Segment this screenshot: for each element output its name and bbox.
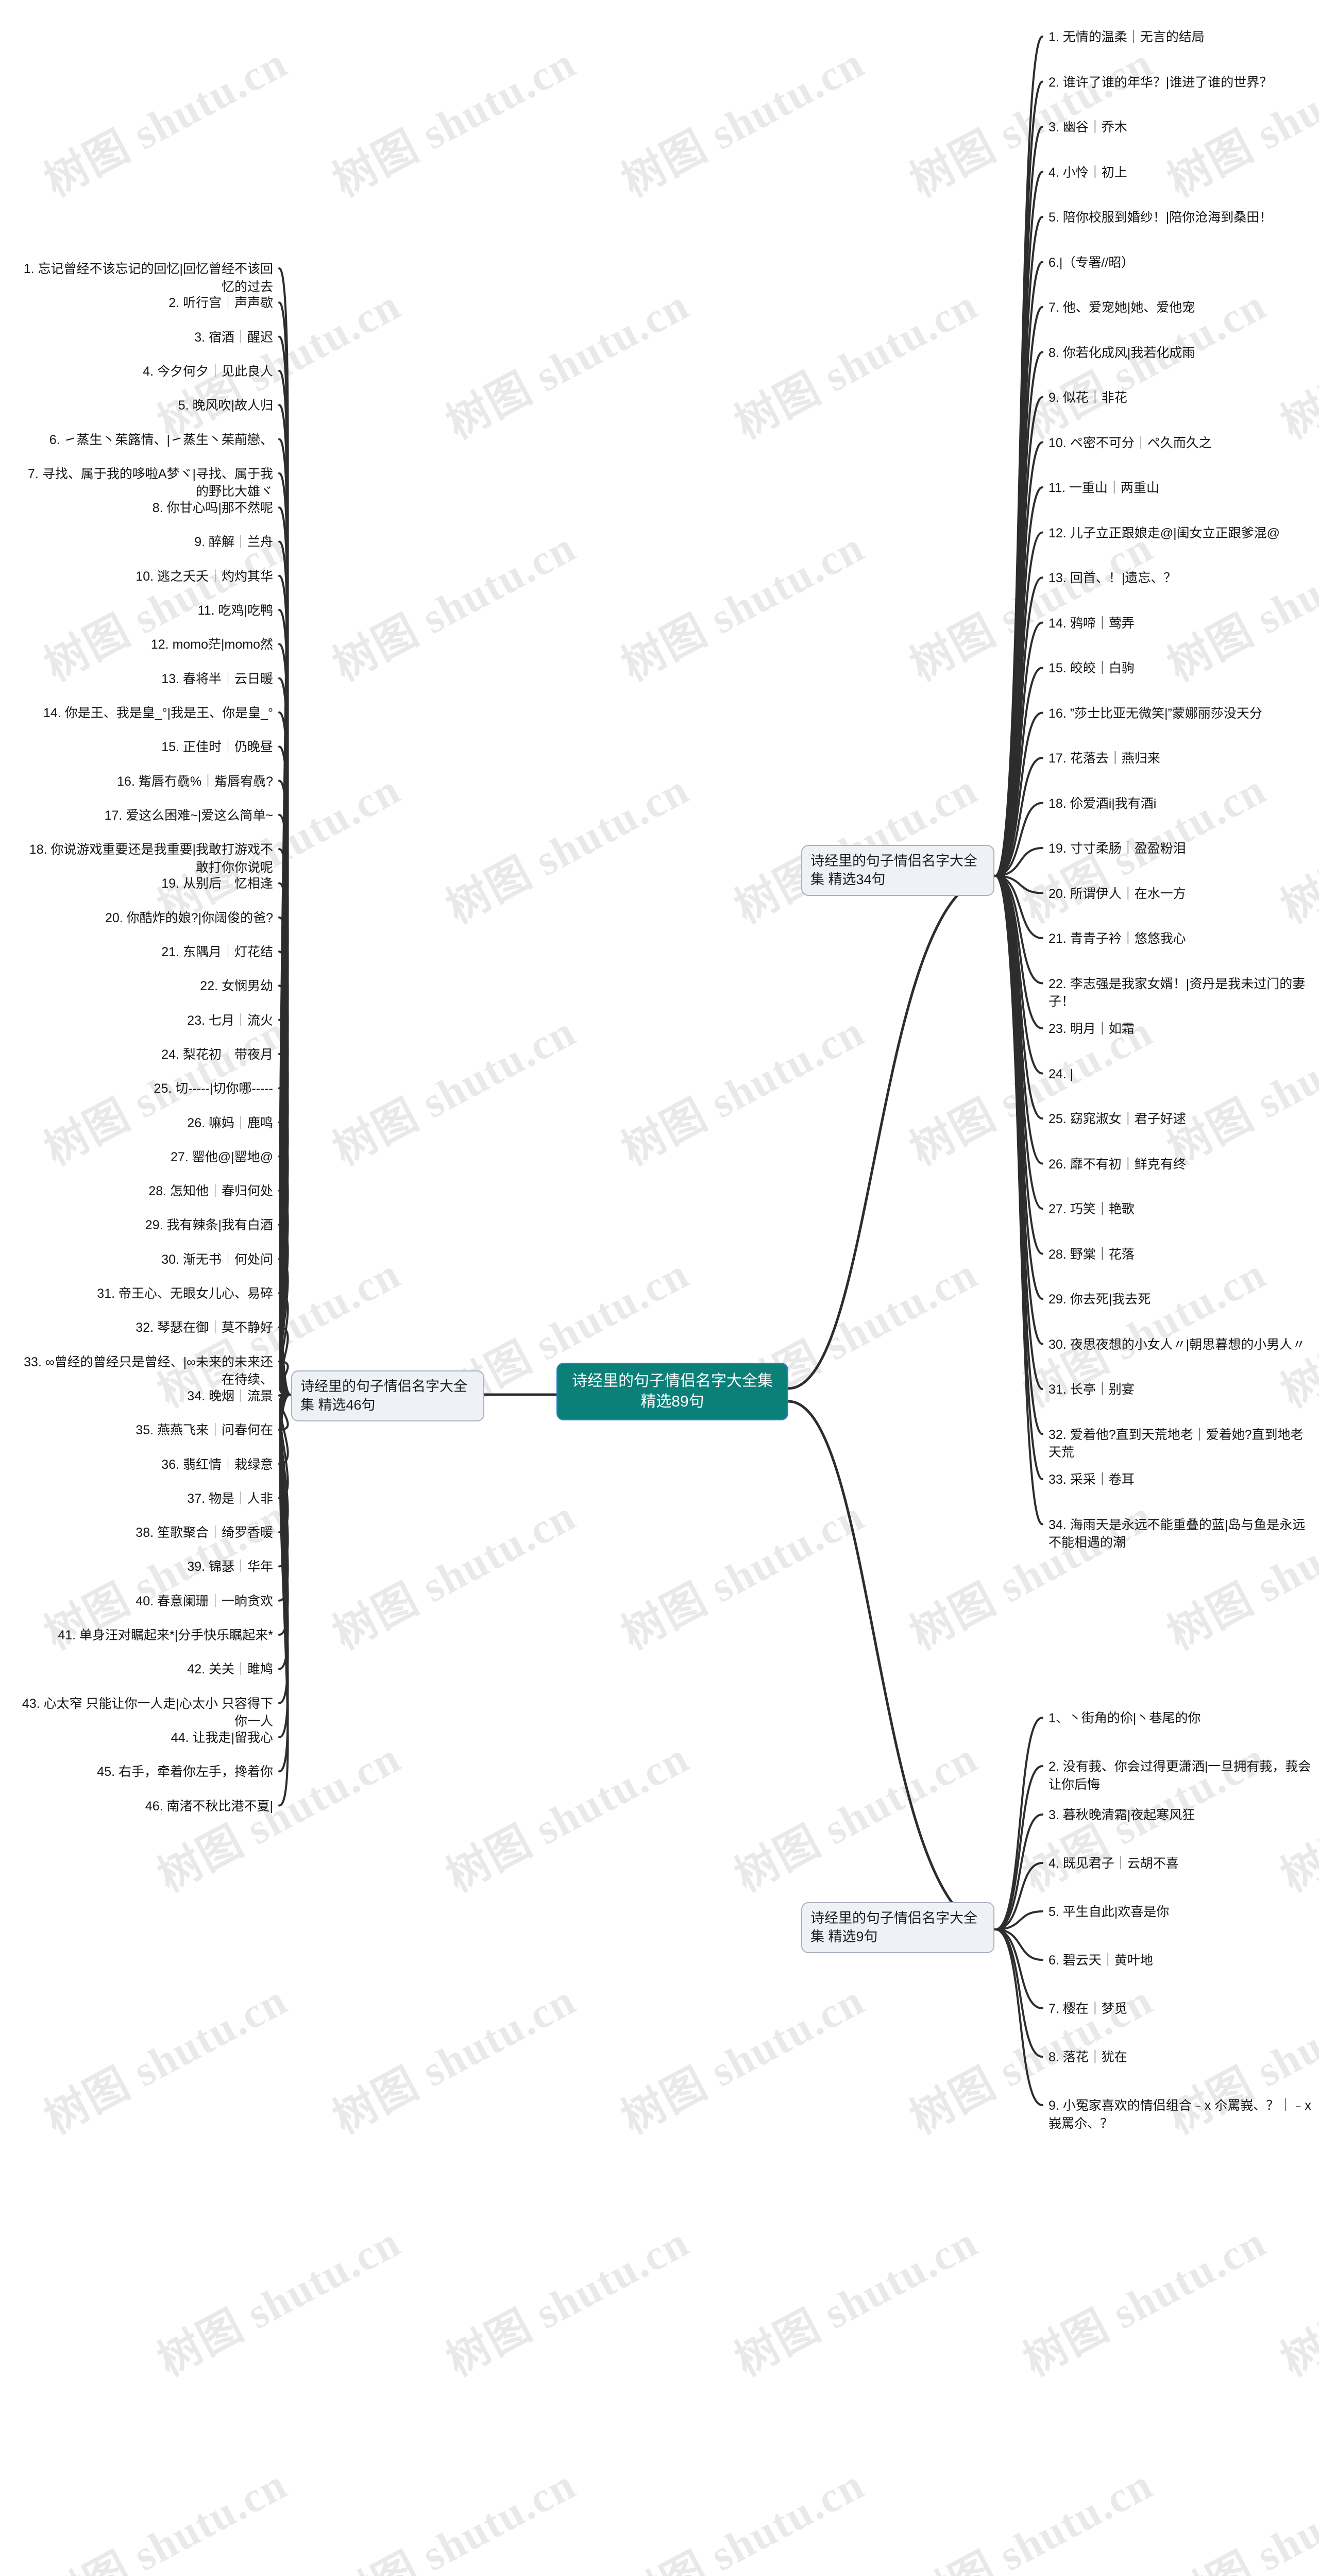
leaf-item[interactable]: 33. 采采｜卷耳 bbox=[1049, 1471, 1311, 1489]
leaf-item[interactable]: 10. ペ密不可分｜ペ久而久之 bbox=[1049, 434, 1311, 452]
leaf-item[interactable]: 7. 他、爱宠她|她、爱他宠 bbox=[1049, 299, 1311, 317]
leaf-item[interactable]: 20. 你酷炸的娘?|你阔俊的爸? bbox=[21, 909, 273, 927]
leaf-item[interactable]: 6.|（专署//昭） bbox=[1049, 254, 1311, 272]
leaf-item[interactable]: 35. 燕燕飞来｜问春何在 bbox=[21, 1421, 273, 1439]
leaf-item[interactable]: 43. 心太窄 只能让你一人走|心太小 只容得下你一人 bbox=[21, 1695, 273, 1731]
leaf-item[interactable]: 17. 爱这么困难~|爱这么简单~ bbox=[21, 807, 273, 825]
leaf-item[interactable]: 44. 让我走|留我心 bbox=[21, 1729, 273, 1747]
leaf-item[interactable]: 40. 春意阑珊｜一晌贪欢 bbox=[21, 1592, 273, 1611]
leaf-item[interactable]: 7. 樱在｜梦觅 bbox=[1049, 2000, 1311, 2018]
leaf-item[interactable]: 1. 无情的温柔｜无言的结局 bbox=[1049, 28, 1311, 46]
leaf-item[interactable]: 15. 正佳时｜仍晚昼 bbox=[21, 738, 273, 756]
leaf-item[interactable]: 14. 你是王、我是皇_°|我是王、你是皇_° bbox=[21, 704, 273, 722]
leaf-item[interactable]: 26. 嘛妈｜鹿鸣 bbox=[21, 1114, 273, 1132]
leaf-item[interactable]: 8. 落花｜犹在 bbox=[1049, 2048, 1311, 2066]
leaf-item[interactable]: 16. 觜唇冇驫%｜觜唇宥驫? bbox=[21, 773, 273, 791]
leaf-item[interactable]: 31. 长亭｜别宴 bbox=[1049, 1381, 1311, 1399]
leaf-item[interactable]: 32. 爱着他?直到天荒地老｜爱着她?直到地老天荒 bbox=[1049, 1426, 1311, 1462]
leaf-item[interactable]: 5. 陪你校服到婚纱！|陪你沧海到桑田！ bbox=[1049, 209, 1311, 227]
leaf-item[interactable]: 5. 平生自此|欢喜是你 bbox=[1049, 1903, 1311, 1921]
leaf-item[interactable]: 18. 伱爱酒i|我有酒i bbox=[1049, 795, 1311, 813]
leaf-item[interactable]: 21. 东隅月｜灯花结 bbox=[21, 943, 273, 961]
leaf-item[interactable]: 36. 翡红情｜栽绿意 bbox=[21, 1456, 273, 1474]
leaf-item[interactable]: 4. 既见君子｜云胡不喜 bbox=[1049, 1855, 1311, 1873]
leaf-item[interactable]: 8. 你若化成风|我若化成雨 bbox=[1049, 344, 1311, 362]
leaf-item[interactable]: 19. 从别后｜忆相逢 bbox=[21, 875, 273, 893]
leaf-item[interactable]: 19. 寸寸柔肠｜盈盈粉泪 bbox=[1049, 840, 1311, 858]
leaf-item[interactable]: 22. 李志强是我家女婿！|资丹是我未过门的妻子！ bbox=[1049, 975, 1311, 1011]
leaf-item[interactable]: 12. momo茫|momo然 bbox=[21, 636, 273, 654]
leaf-item[interactable]: 9. 醉解｜兰舟 bbox=[21, 533, 273, 551]
leaf-layer: 1. 无情的温柔｜无言的结局 2. 谁许了谁的年华？|谁进了谁的世界？ 3. 幽谷｜… bbox=[0, 0, 1319, 2559]
leaf-item[interactable]: 25. 切-----|切你哪----- bbox=[21, 1080, 273, 1098]
leaf-item[interactable]: 28. 野棠｜花落 bbox=[1049, 1246, 1311, 1264]
leaf-item[interactable]: 1、丶街角的伱|丶巷尾的你 bbox=[1049, 1709, 1311, 1727]
leaf-item[interactable]: 12. 儿子立正跟娘走@|闺女立正跟爹混@ bbox=[1049, 524, 1311, 543]
leaf-item[interactable]: 32. 琴瑟在御｜莫不静好 bbox=[21, 1319, 273, 1337]
leaf-item[interactable]: 39. 锦瑟｜华年 bbox=[21, 1558, 273, 1576]
leaf-item[interactable]: 30. 夜思夜想的小女人〃|朝思暮想的小男人〃 bbox=[1049, 1336, 1311, 1354]
leaf-item[interactable]: 11. 一重山｜两重山 bbox=[1049, 479, 1311, 497]
leaf-item[interactable]: 29. 你去死|我去死 bbox=[1049, 1291, 1311, 1309]
leaf-item[interactable]: 26. 靡不有初｜鲜克有终 bbox=[1049, 1156, 1311, 1174]
leaf-item[interactable]: 2. 谁许了谁的年华？|谁进了谁的世界？ bbox=[1049, 74, 1311, 92]
leaf-item[interactable]: 7. 寻找、属于我的哆啦A梦ヾ|寻找、属于我的野比大雄ヾ bbox=[21, 465, 273, 501]
leaf-item[interactable]: 17. 花落去｜燕归来 bbox=[1049, 750, 1311, 768]
leaf-item[interactable]: 14. 鸦啼｜莺弄 bbox=[1049, 615, 1311, 633]
leaf-item[interactable]: 13. 春将半｜云日暖 bbox=[21, 670, 273, 688]
leaf-item[interactable]: 27. 巧笑｜艳歌 bbox=[1049, 1200, 1311, 1218]
leaf-item[interactable]: 34. 晚烟｜流景 bbox=[21, 1387, 273, 1405]
leaf-item[interactable]: 27. 罂他@|罂地@ bbox=[21, 1148, 273, 1166]
leaf-item[interactable]: 24. | bbox=[1049, 1065, 1311, 1083]
leaf-item[interactable]: 34. 海雨天是永远不能重叠的蓝|岛与鱼是永远不能相遇的潮 bbox=[1049, 1516, 1311, 1552]
leaf-item[interactable]: 42. 关关｜雎鸠 bbox=[21, 1660, 273, 1679]
leaf-item[interactable]: 4. 今夕何夕｜见此良人 bbox=[21, 363, 273, 381]
leaf-item[interactable]: 3. 幽谷｜乔木 bbox=[1049, 118, 1311, 137]
leaf-item[interactable]: 23. 明月｜如霜 bbox=[1049, 1020, 1311, 1038]
leaf-item[interactable]: 33. ∞曾经的曾经只是曾经、|∞未来的未来还在待续、 bbox=[21, 1353, 273, 1389]
leaf-item[interactable]: 18. 你说游戏重要还是我重要|我敢打游戏不敢打你你说呢 bbox=[21, 841, 273, 876]
leaf-item[interactable]: 9. 似花｜非花 bbox=[1049, 389, 1311, 407]
leaf-item[interactable]: 38. 笙歌聚合｜绮罗香暖 bbox=[21, 1524, 273, 1542]
leaf-item[interactable]: 9. 小冤家喜欢的情侣组合﹣x 尒罵峩、？｜﹣x 峩罵尒、？ bbox=[1049, 2097, 1311, 2132]
leaf-item[interactable]: 4. 小怜｜初上 bbox=[1049, 164, 1311, 182]
leaf-item[interactable]: 6. 碧云天｜黄叶地 bbox=[1049, 1952, 1311, 1970]
leaf-item[interactable]: 11. 吃鸡|吃鸭 bbox=[21, 602, 273, 620]
leaf-item[interactable]: 41. 单身汪对瞩起来*|分手快乐瞩起来* bbox=[21, 1626, 273, 1645]
leaf-item[interactable]: 28. 怎知他｜春归何处 bbox=[21, 1182, 273, 1200]
leaf-item[interactable]: 20. 所谓伊人｜在水一方 bbox=[1049, 885, 1311, 903]
leaf-item[interactable]: 10. 逃之夭夭｜灼灼其华 bbox=[21, 568, 273, 586]
leaf-item[interactable]: 29. 我有辣条|我有白酒 bbox=[21, 1216, 273, 1234]
leaf-item[interactable]: 23. 七月｜流火 bbox=[21, 1012, 273, 1030]
leaf-item[interactable]: 25. 窈窕淑女｜君子好逑 bbox=[1049, 1110, 1311, 1128]
leaf-item[interactable]: 1. 忘记曾经不该忘记的回忆|回忆曾经不该回忆的过去 bbox=[21, 260, 273, 296]
leaf-item[interactable]: 5. 晚风吹|故人归 bbox=[21, 397, 273, 415]
leaf-item[interactable]: 24. 梨花初｜带夜月 bbox=[21, 1046, 273, 1064]
leaf-item[interactable]: 3. 宿酒｜醒迟 bbox=[21, 329, 273, 347]
leaf-item[interactable]: 15. 皎皎｜白驹 bbox=[1049, 659, 1311, 677]
leaf-item[interactable]: 2. 没有莪、你会过得更潇洒|一旦拥有莪，莪会让你后悔 bbox=[1049, 1758, 1311, 1793]
leaf-item[interactable]: 37. 物是｜人非 bbox=[21, 1490, 273, 1508]
leaf-item[interactable]: 3. 暮秋晚清霜|夜起寒风狂 bbox=[1049, 1806, 1311, 1824]
leaf-item[interactable]: 22. 女悯男幼 bbox=[21, 977, 273, 995]
leaf-item[interactable]: 6. ㇀蒸生丶茱簬情、|㇀蒸生丶茱萷戀、 bbox=[21, 431, 273, 449]
leaf-item[interactable]: 8. 你甘心吗|那不然呢 bbox=[21, 499, 273, 517]
leaf-item[interactable]: 13. 回首、！|遗忘、？ bbox=[1049, 569, 1311, 587]
leaf-item[interactable]: 31. 帝王心、无眼女儿心、易碎 bbox=[21, 1285, 273, 1303]
leaf-item[interactable]: 21. 青青子衿｜悠悠我心 bbox=[1049, 930, 1311, 948]
leaf-item[interactable]: 2. 听行宫｜声声歇 bbox=[21, 294, 273, 312]
leaf-item[interactable]: 30. 渐无书｜何处问 bbox=[21, 1251, 273, 1269]
leaf-item[interactable]: 16. ”莎士比亚无微笑|”蒙娜丽莎没天分 bbox=[1049, 705, 1311, 723]
leaf-item[interactable]: 45. 右手，牵着你左手，搀着你 bbox=[21, 1763, 273, 1781]
leaf-item[interactable]: 46. 南渚不秋比港不夏| bbox=[21, 1798, 273, 1816]
